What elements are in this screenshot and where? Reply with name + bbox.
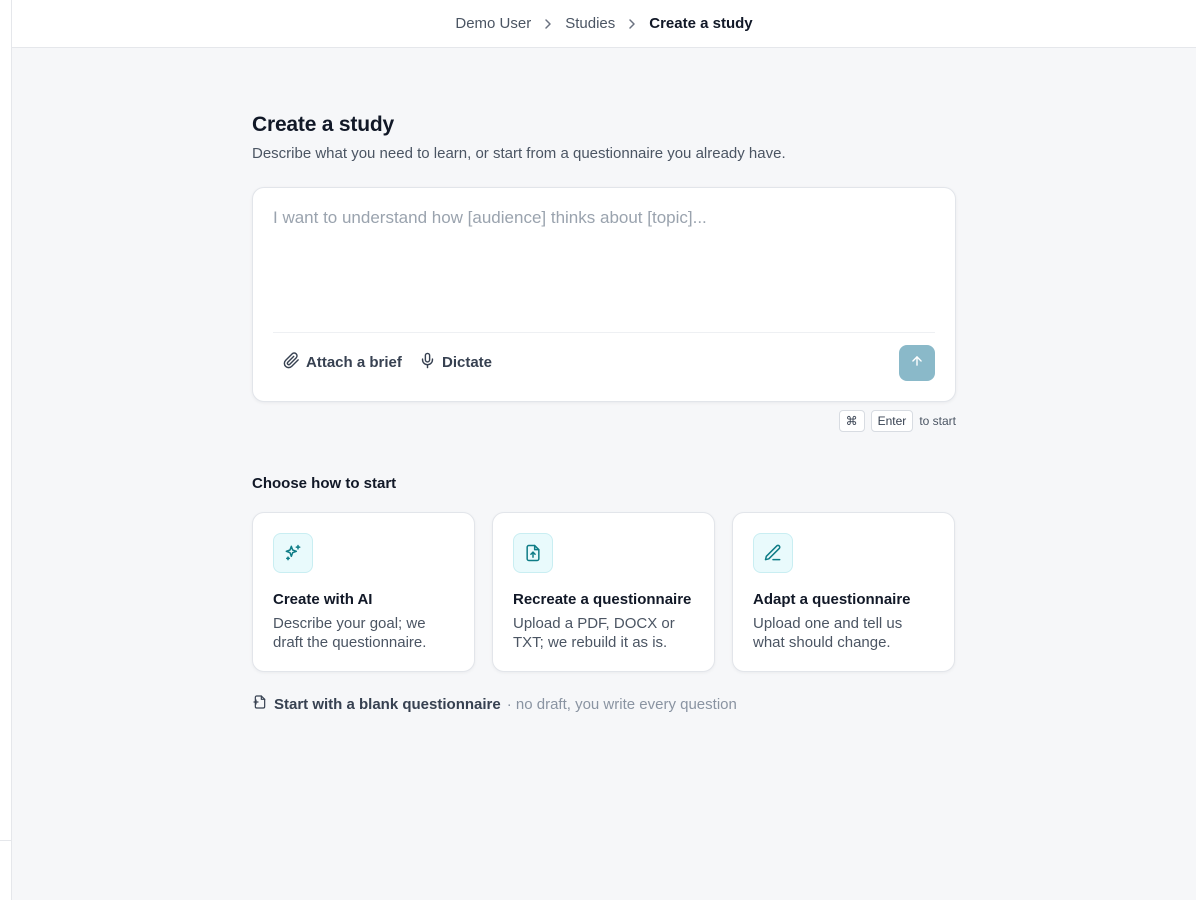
- blank-questionnaire-note: · no draft, you write every question: [506, 695, 737, 713]
- left-rail: [0, 0, 12, 900]
- card-title: Adapt a questionnaire: [753, 591, 911, 608]
- breadcrumb: Demo User Studies Create a study: [455, 15, 752, 32]
- card-description: Upload one and tell us what should chang…: [753, 615, 903, 651]
- top-bar: Demo User Studies Create a study: [12, 0, 1196, 48]
- create-with-ai-card[interactable]: Create with AI Describe your goal; we dr…: [252, 512, 475, 672]
- command-key: ⌘: [838, 410, 865, 432]
- page-subtitle: Describe what you need to learn, or star…: [252, 145, 786, 162]
- recreate-questionnaire-card[interactable]: Recreate a questionnaire Upload a PDF, D…: [492, 512, 715, 672]
- adapt-questionnaire-card[interactable]: Adapt a questionnaire Upload one and tel…: [732, 512, 955, 672]
- dictate-button[interactable]: Dictate: [419, 350, 492, 374]
- study-composer: Attach a brief Dictate: [252, 187, 956, 402]
- attach-brief-label: Attach a brief: [306, 353, 402, 371]
- arrow-up-icon: [910, 354, 924, 373]
- paperclip-icon: [283, 351, 300, 373]
- sparkles-icon: [273, 533, 313, 573]
- breadcrumb-item-studies[interactable]: Studies: [565, 15, 615, 32]
- file-upload-icon: [513, 533, 553, 573]
- card-description: Upload a PDF, DOCX or TXT; we rebuild it…: [513, 615, 675, 651]
- start-options: Create with AI Describe your goal; we dr…: [252, 512, 956, 672]
- breadcrumb-item-demo-user[interactable]: Demo User: [455, 15, 531, 32]
- dictate-label: Dictate: [442, 353, 493, 371]
- card-title: Create with AI: [273, 591, 373, 608]
- enter-key: Enter: [870, 410, 914, 432]
- study-description-input[interactable]: [273, 208, 935, 328]
- card-title: Recreate a questionnaire: [513, 591, 692, 608]
- rail-divider: [0, 840, 12, 841]
- start-blank-questionnaire-link[interactable]: Start with a blank questionnaire: [274, 696, 501, 713]
- blank-file-icon: [252, 694, 268, 714]
- chevron-right-icon: [531, 18, 565, 30]
- pencil-icon: [753, 533, 793, 573]
- shortcut-suffix: to start: [919, 414, 956, 428]
- attach-brief-button[interactable]: Attach a brief: [283, 350, 402, 374]
- blank-questionnaire-row: Start with a blank questionnaire · no dr…: [252, 694, 956, 714]
- composer-divider: [273, 332, 935, 333]
- send-button[interactable]: [899, 345, 935, 381]
- card-description: Describe your goal; we draft the questio…: [273, 615, 427, 651]
- chevron-right-icon: [615, 18, 649, 30]
- start-options-heading: Choose how to start: [252, 475, 397, 492]
- keyboard-shortcut-hint: ⌘ Enter to start: [252, 410, 956, 432]
- microphone-icon: [419, 352, 436, 373]
- breadcrumb-current: Create a study: [649, 15, 753, 32]
- main-content: Create a study Describe what you need to…: [252, 110, 956, 714]
- page-title: Create a study: [252, 113, 394, 136]
